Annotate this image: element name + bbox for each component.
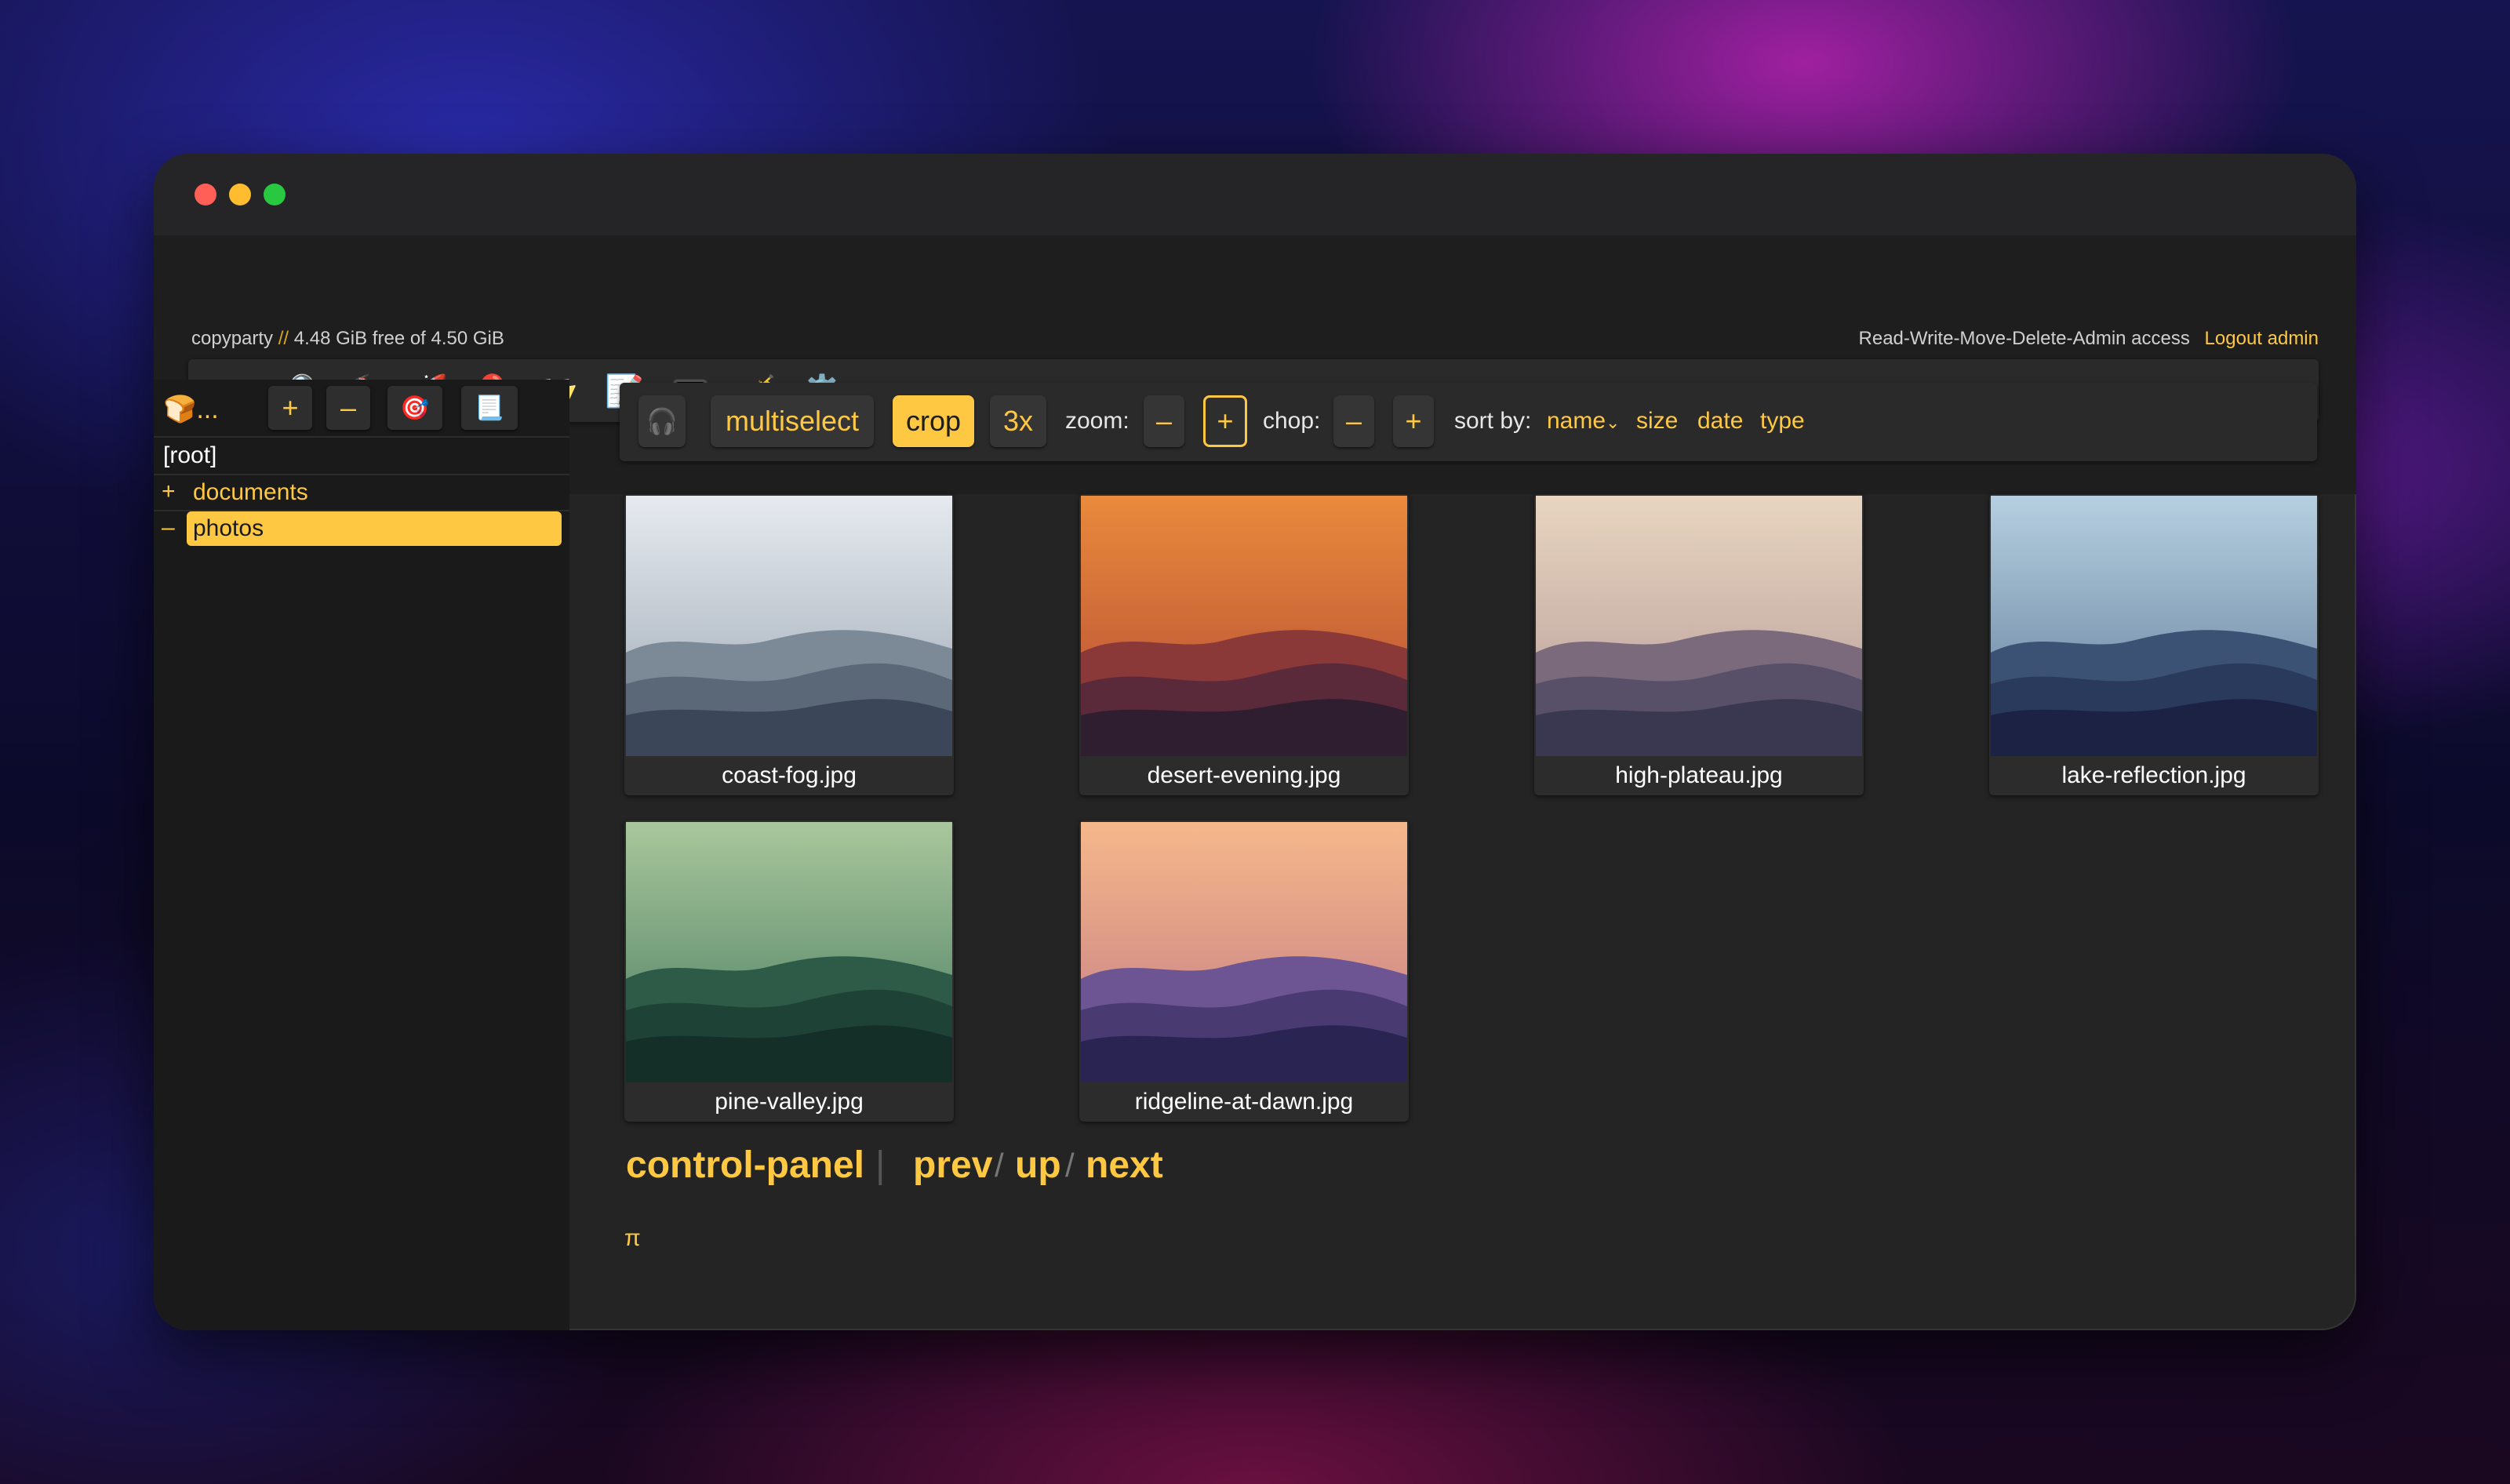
prev-link[interactable]: prev [913, 1144, 992, 1187]
collapse-icon[interactable]: – [162, 515, 177, 541]
chop-label: chop: [1263, 408, 1321, 434]
free-space: 4.48 GiB free of 4.50 GiB [293, 328, 504, 349]
file-name[interactable]: desert-evening.jpg [1079, 756, 1409, 795]
control-panel-link[interactable]: control-panel [626, 1144, 864, 1187]
sort-label: sort by: [1454, 408, 1532, 434]
tree-item-label[interactable]: documents [187, 475, 315, 510]
file-name[interactable]: lake-reflection.jpg [1989, 756, 2319, 795]
target-icon[interactable]: 🎯 [387, 386, 442, 430]
chop-decrease-button[interactable]: – [1333, 395, 1374, 447]
gallery-toolbar: 🎧 multiselect crop 3x zoom: – + chop: – … [620, 383, 2317, 461]
folder-tree: 🍞... + – 🎯 📃 [root] + documents – photos [154, 380, 569, 1330]
server-status: copyparty // 4.48 GiB free of 4.50 GiB [191, 328, 504, 350]
chop-increase-button[interactable]: + [1393, 395, 1434, 447]
tree-item-label[interactable]: photos [187, 511, 562, 546]
scale-toggle[interactable]: 3x [990, 395, 1046, 447]
thumbnail-image [1536, 496, 1862, 756]
zoom-label: zoom: [1065, 408, 1130, 434]
sort-by-name[interactable]: name⌄ [1547, 408, 1620, 435]
tree-collapse-button[interactable]: – [326, 386, 370, 430]
zoom-in-button[interactable]: + [1203, 395, 1247, 447]
file-name[interactable]: coast-fog.jpg [624, 756, 954, 795]
expand-icon[interactable]: + [162, 478, 177, 505]
tree-root[interactable]: [root] [163, 442, 216, 469]
close-window-button[interactable] [195, 184, 216, 206]
pi-link[interactable]: π [624, 1225, 641, 1252]
file-name[interactable]: ridgeline-at-dawn.jpg [1079, 1082, 1409, 1122]
up-link[interactable]: up [1015, 1144, 1061, 1187]
file-thumbnail[interactable]: ridgeline-at-dawn.jpg [1079, 820, 1409, 1122]
thumbnail-image [626, 496, 952, 756]
sort-direction-icon: ⌄ [1606, 413, 1621, 432]
next-link[interactable]: next [1086, 1144, 1163, 1187]
title-bar [154, 154, 2356, 235]
zoom-out-button[interactable]: – [1144, 395, 1184, 447]
thumbnail-image [1991, 496, 2317, 756]
tree-item-photos[interactable]: – photos [162, 511, 562, 546]
logout-link[interactable]: Logout admin [2205, 328, 2319, 349]
status-separator: // [278, 328, 289, 349]
sort-by-type[interactable]: type [1760, 408, 1805, 435]
nav-slash: / [1065, 1147, 1075, 1184]
file-thumbnail[interactable]: desert-evening.jpg [1079, 494, 1409, 795]
multiselect-button[interactable]: multiselect [711, 395, 874, 447]
file-thumbnail[interactable]: pine-valley.jpg [624, 820, 954, 1122]
file-name[interactable]: pine-valley.jpg [624, 1082, 954, 1122]
app-name: copyparty [191, 328, 274, 349]
maximize-window-button[interactable] [264, 184, 286, 206]
nav-divider: | [875, 1144, 886, 1186]
tree-item-documents[interactable]: + documents [162, 475, 562, 510]
headphones-icon[interactable]: 🎧 [638, 395, 686, 447]
tree-toolbar: 🍞... + – 🎯 📃 [154, 380, 569, 436]
access-status: Read-Write-Move-Delete-Admin access Logo… [1859, 328, 2319, 350]
browser-window: copyparty // 4.48 GiB free of 4.50 GiB R… [154, 154, 2356, 1330]
sort-name-label: name [1547, 408, 1606, 434]
thumbnail-image [1081, 496, 1407, 756]
access-level: Read-Write-Move-Delete-Admin access [1858, 328, 2190, 349]
file-thumbnail[interactable]: coast-fog.jpg [624, 494, 954, 795]
tree-divider [154, 436, 569, 438]
thumbnail-image [1081, 822, 1407, 1082]
file-thumbnail[interactable]: high-plateau.jpg [1534, 494, 1864, 795]
tree-expand-button[interactable]: + [268, 386, 312, 430]
sort-by-date[interactable]: date [1697, 408, 1743, 435]
nav-slash: / [995, 1147, 1004, 1184]
thumbnail-image [626, 822, 952, 1082]
tree-menu-toggle[interactable]: 🍞... [163, 394, 219, 425]
crop-toggle[interactable]: crop [893, 395, 974, 447]
document-icon[interactable]: 📃 [461, 386, 518, 430]
minimize-window-button[interactable] [229, 184, 251, 206]
sort-by-size[interactable]: size [1636, 408, 1678, 435]
file-name[interactable]: high-plateau.jpg [1534, 756, 1864, 795]
file-thumbnail[interactable]: lake-reflection.jpg [1989, 494, 2319, 795]
